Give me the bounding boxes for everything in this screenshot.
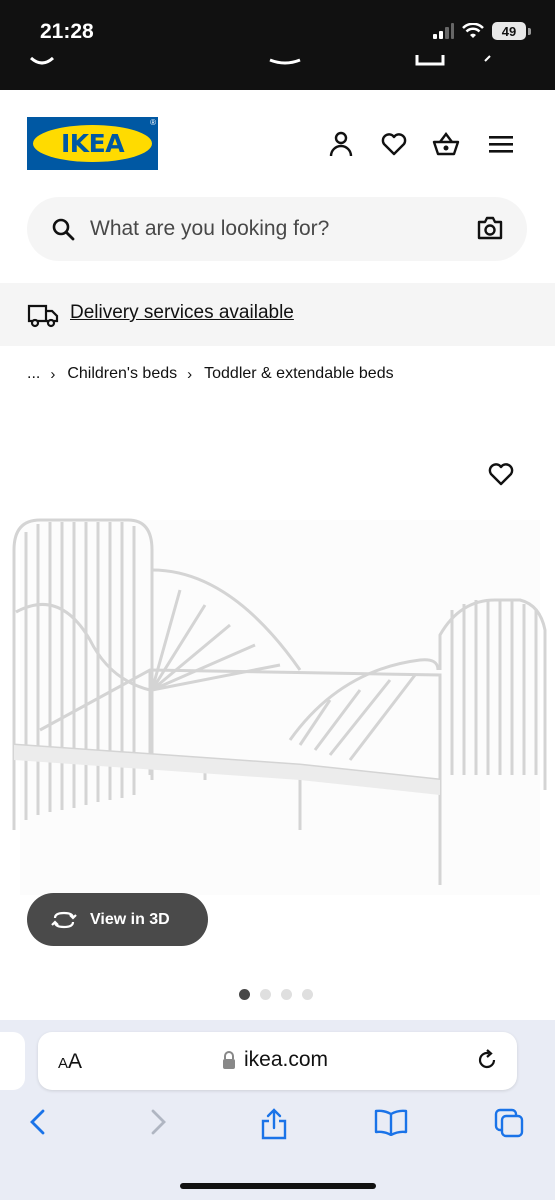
heart-icon[interactable] — [380, 130, 408, 158]
browser-toolbar: AA ikea.com — [0, 1020, 555, 1200]
carousel-dot[interactable] — [281, 989, 292, 1000]
ikea-logo[interactable]: IKEA ® — [27, 117, 158, 170]
wifi-icon — [462, 23, 484, 38]
breadcrumb-toddler-beds[interactable]: Toddler & extendable beds — [204, 365, 393, 383]
view-in-3d-button[interactable]: View in 3D — [27, 893, 208, 946]
search-input[interactable] — [90, 211, 450, 247]
tabs-icon[interactable] — [494, 1108, 524, 1138]
url-text: ikea.com — [244, 1048, 329, 1071]
chevron-right-icon: › — [187, 365, 193, 383]
carousel-dot[interactable] — [302, 989, 313, 1000]
lock-icon — [223, 1051, 235, 1069]
logo-text: IKEA — [60, 129, 125, 158]
signal-icon — [433, 23, 454, 39]
search-icon — [52, 218, 75, 241]
breadcrumb-ellipsis[interactable]: ... — [27, 365, 40, 383]
status-bar: 21:28 49 — [0, 0, 555, 90]
delivery-services-link[interactable]: Delivery services available — [70, 302, 294, 324]
rotate-3d-icon — [51, 911, 77, 928]
profile-icon[interactable] — [327, 130, 355, 158]
add-to-favourites-heart-icon[interactable] — [487, 460, 515, 488]
logo-oval: IKEA — [33, 125, 152, 162]
camera-search-icon[interactable] — [477, 216, 503, 240]
image-carousel-dots — [239, 989, 313, 1000]
previous-tab-preview[interactable] — [0, 1032, 25, 1090]
status-icons: 49 — [432, 22, 531, 40]
product-image[interactable] — [0, 500, 555, 900]
breadcrumb: ... › Children's beds › Toddler & extend… — [27, 365, 394, 383]
address-bar[interactable]: AA ikea.com — [38, 1032, 517, 1090]
reader-settings-button[interactable]: AA — [58, 1050, 82, 1074]
share-icon[interactable] — [260, 1108, 288, 1140]
search-bar[interactable] — [27, 197, 527, 261]
cropped-nav-icons — [29, 55, 491, 66]
carousel-dot[interactable] — [260, 989, 271, 1000]
chevron-right-icon: › — [50, 365, 56, 383]
home-indicator — [180, 1183, 376, 1189]
reload-icon[interactable] — [475, 1048, 499, 1072]
url-display[interactable]: ikea.com — [222, 1048, 328, 1072]
menu-icon[interactable] — [487, 130, 515, 158]
delivery-banner: Delivery services available — [0, 283, 555, 346]
logo-registered-mark: ® — [150, 118, 156, 127]
battery-indicator: 49 — [492, 22, 526, 40]
status-time: 21:28 — [40, 20, 94, 43]
back-icon[interactable] — [28, 1108, 48, 1136]
breadcrumb-childrens-beds[interactable]: Children's beds — [67, 365, 177, 383]
site-header: IKEA ® — [0, 90, 555, 195]
forward-icon[interactable] — [148, 1108, 168, 1136]
bookmarks-icon[interactable] — [374, 1108, 408, 1136]
truck-icon — [27, 304, 59, 328]
carousel-dot[interactable] — [239, 989, 250, 1000]
view-in-3d-label: View in 3D — [90, 910, 170, 928]
battery-tip — [528, 27, 531, 35]
basket-icon[interactable] — [432, 130, 460, 158]
